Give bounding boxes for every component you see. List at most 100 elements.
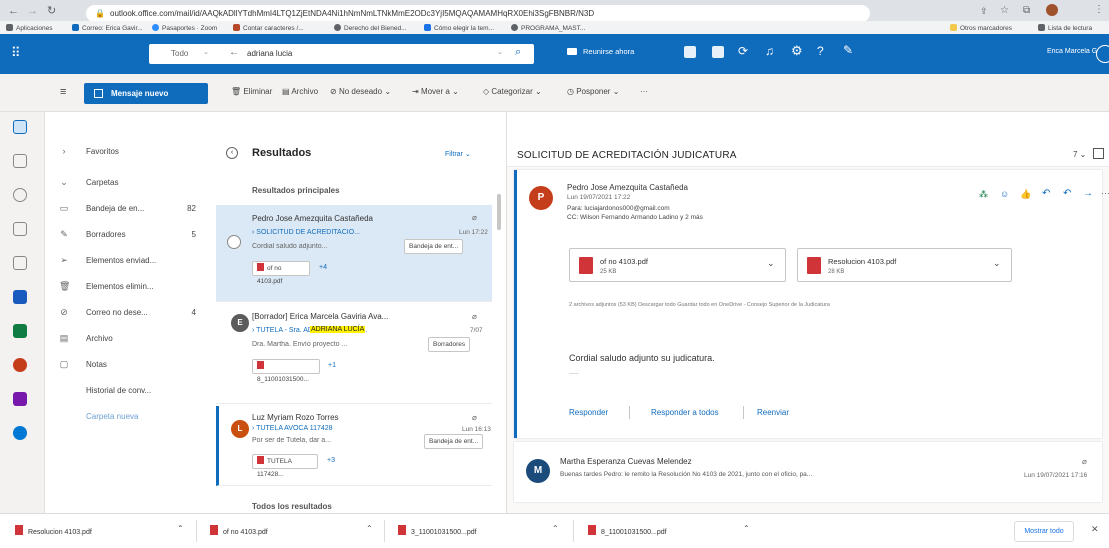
scrollbar[interactable] — [497, 194, 501, 230]
immersive-icon[interactable] — [1093, 148, 1104, 159]
help-icon[interactable]: ? — [817, 44, 824, 58]
attachment-card[interactable]: of no 4103.pdf 25 KB ⌄ — [569, 248, 786, 282]
chevron-up-icon[interactable]: ⌃ — [366, 524, 373, 533]
folder-archive[interactable]: ▤ Archivo — [45, 329, 214, 349]
delete-button[interactable]: 🗑 Eliminar — [231, 87, 272, 96]
todo-icon[interactable] — [13, 256, 27, 270]
reload-icon[interactable]: ↻ — [47, 4, 56, 17]
folder-tag[interactable]: Bandeja de ent... — [404, 239, 464, 254]
sync-icon[interactable]: ⟳ — [738, 44, 748, 58]
more-attachments[interactable]: +1 — [328, 362, 336, 369]
more-attachments[interactable]: +3 — [327, 457, 335, 464]
chevron-up-icon[interactable]: ⌃ — [552, 524, 559, 533]
bookmark-star-icon[interactable]: ☆ — [1000, 5, 1009, 16]
attachment-chip[interactable]: TUTELA 117428... — [252, 454, 318, 478]
close-icon[interactable]: ✕ — [1091, 524, 1099, 535]
download-item[interactable]: 3_11001031500...pdf — [398, 525, 477, 536]
reply-icon[interactable]: ↶ — [1042, 188, 1050, 199]
more-actions-icon[interactable]: ··· — [1101, 188, 1109, 198]
folder-notes[interactable]: ▢ Notas — [45, 355, 214, 375]
calendar-icon[interactable] — [13, 154, 27, 168]
powerpoint-icon[interactable] — [13, 358, 27, 372]
reply-all-icon[interactable]: ↶ — [1063, 188, 1071, 199]
attachment-chip[interactable]: 8_11001031500... — [252, 359, 320, 383]
address-bar[interactable]: 🔒 outlook.office.com/mail/id/AAQkADllYTd… — [86, 5, 870, 22]
download-item[interactable]: 8_11001031500...pdf — [588, 525, 667, 536]
email-sender[interactable]: Pedro Jose Amezquita Castañeda — [567, 183, 688, 192]
archive-button[interactable]: ▤ Archivo — [282, 87, 318, 96]
reply-button[interactable]: Responder — [569, 408, 608, 417]
onenote-rail-icon[interactable] — [13, 392, 27, 406]
mail-icon[interactable] — [13, 120, 27, 134]
junk-button[interactable]: ⊘ No deseado ⌄ — [330, 87, 391, 96]
folder-inbox[interactable]: ▭ Bandeja de en... 82 — [45, 199, 214, 219]
search-scope[interactable]: Todo — [171, 49, 188, 58]
forward-button[interactable]: Reenviar — [757, 408, 789, 417]
emoji-icon[interactable]: ☺ — [1000, 189, 1009, 199]
attachment-chip[interactable]: of no 4103.pdf — [252, 261, 310, 285]
folder-junk[interactable]: ⊘ Correo no dese... 4 — [45, 303, 214, 323]
share-icon[interactable]: ⇪ — [980, 6, 988, 17]
bookmark-apps[interactable]: Aplicaciones — [6, 24, 53, 32]
menu-dots-icon[interactable]: ⋮ — [1094, 4, 1104, 15]
profile-icon[interactable] — [1046, 4, 1058, 16]
search-input[interactable]: adriana lucia — [247, 49, 292, 58]
excel-icon[interactable] — [13, 324, 27, 338]
search-dropdown-icon[interactable]: ⌄ — [497, 48, 503, 56]
folder-new[interactable]: Carpeta nueva — [45, 407, 214, 427]
hamburger-icon[interactable]: ≡ — [60, 86, 66, 98]
move-button[interactable]: ⇥ Mover a ⌄ — [412, 87, 459, 96]
folder-deleted[interactable]: 🗑 Elementos elimin... — [45, 277, 214, 297]
bookmark-mail[interactable]: Correo: Erica Gavir... — [72, 24, 143, 32]
feedback-icon[interactable]: ✎ — [843, 43, 853, 57]
back-circle-icon[interactable]: ‹ — [226, 147, 238, 159]
download-item[interactable]: of no 4103.pdf — [210, 525, 268, 536]
message-item[interactable]: L Luz Myriam Rozo Torres ⌀ › TUTELA AVOC… — [216, 406, 492, 486]
search-box[interactable]: Todo ⌄ ← adriana lucia ⌄ ⌕ — [149, 44, 534, 64]
select-radio[interactable] — [227, 235, 241, 249]
folders-section[interactable]: ⌄ Carpetas — [45, 173, 214, 193]
show-all-button[interactable]: Mostrar todo — [1014, 521, 1074, 542]
folder-tag[interactable]: Bandeja de ent... — [424, 434, 484, 449]
like-icon[interactable]: 👍 — [1020, 189, 1031, 200]
people-icon[interactable] — [13, 188, 27, 202]
teams-icon[interactable] — [684, 46, 696, 58]
chevron-down-icon[interactable]: ⌄ — [993, 258, 1001, 269]
search-icon[interactable]: ⌕ — [515, 46, 521, 59]
chevron-down-icon[interactable]: ⌄ — [767, 258, 775, 269]
chevron-up-icon[interactable]: ⌃ — [177, 524, 184, 533]
meet-now-button[interactable]: Reunirse ahora — [567, 47, 634, 56]
attachment-summary[interactable]: 2 archivos adjuntos (53 KB) Descargar to… — [569, 302, 1009, 308]
folder-sent[interactable]: ➢ Elementos enviad... — [45, 251, 214, 271]
bookmark-law[interactable]: Derecho del Biened... — [334, 24, 407, 32]
email-collapsed[interactable]: M Martha Esperanza Cuevas Melendez Buena… — [514, 442, 1102, 502]
bookmark-theme[interactable]: Cómo elegir la tem... — [424, 24, 494, 32]
back-arrow-icon[interactable]: ← — [229, 47, 239, 58]
user-avatar[interactable] — [1096, 45, 1109, 63]
more-attachments[interactable]: +4 — [319, 264, 327, 271]
new-message-button[interactable]: Mensaje nuevo — [84, 83, 208, 104]
user-name[interactable]: Erica Marcela Gavi... — [1047, 48, 1097, 55]
bookmark-zoom[interactable]: Pasaportes · Zoom — [152, 24, 217, 32]
chevron-up-icon[interactable]: ⌃ — [743, 524, 750, 533]
forward-icon[interactable]: → — [27, 5, 38, 17]
apps-action-icon[interactable]: ⁂ — [979, 189, 988, 200]
folder-history[interactable]: Historial de conv... — [45, 381, 214, 401]
back-icon[interactable]: ← — [8, 5, 19, 17]
snooze-button[interactable]: ◷ Posponer ⌄ — [567, 87, 619, 96]
download-item[interactable]: Resolucion 4103.pdf — [15, 525, 92, 536]
bell-icon[interactable]: ♫ — [765, 44, 774, 58]
more-button[interactable]: ··· — [640, 87, 648, 96]
bookmark-reading-list[interactable]: Lista de lectura — [1038, 24, 1092, 32]
bookmark-count[interactable]: Contar caracteres /... — [233, 24, 304, 32]
onenote-icon[interactable] — [712, 46, 724, 58]
app-launcher-icon[interactable]: ⠿ — [11, 46, 21, 60]
folder-drafts[interactable]: ✎ Borradores 5 — [45, 225, 214, 245]
message-item[interactable]: E [Borrador] Erica Marcela Gaviria Ava..… — [216, 304, 492, 404]
categorize-button[interactable]: ◇ Categorizar ⌄ — [483, 87, 542, 96]
folder-tag[interactable]: Borradores — [428, 337, 471, 352]
extensions-icon[interactable]: ⧉ — [1023, 5, 1030, 16]
favorites-section[interactable]: › Favoritos — [45, 142, 214, 162]
bookmark-others[interactable]: Otros marcadores — [950, 24, 1012, 32]
yammer-icon[interactable] — [13, 426, 27, 440]
